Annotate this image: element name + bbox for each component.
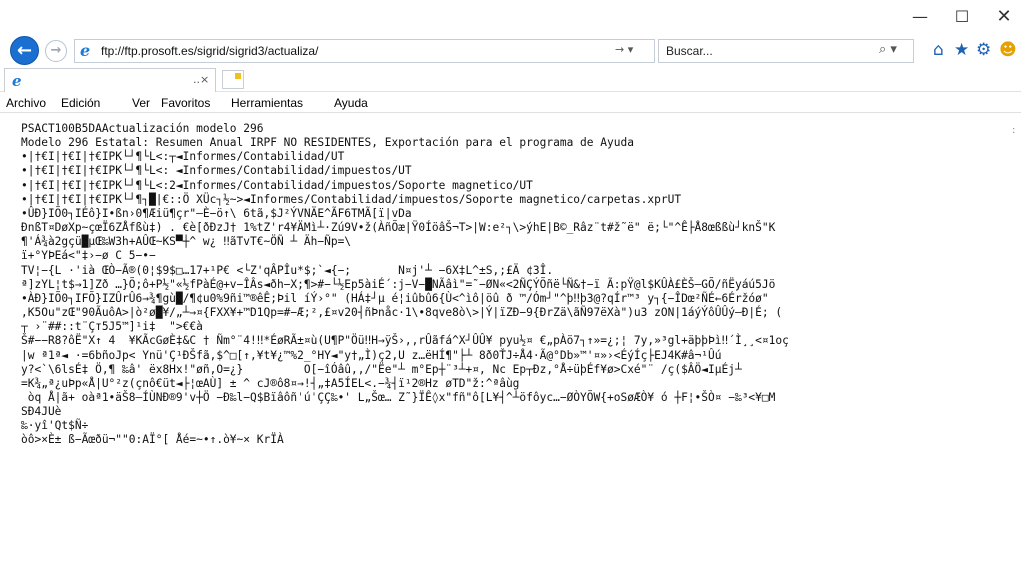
ie-page-icon: e (80, 41, 91, 60)
home-icon[interactable]: ⌂ (933, 40, 944, 60)
content-line: ¶'Á¾à2gçü█µŒ‰W3h+AÛŒ~KS▀┼^ w¿ ‼ãTvT€~ÖÑ … (21, 235, 352, 249)
new-tab-button[interactable] (222, 70, 244, 89)
search-input[interactable]: Buscar... (666, 44, 713, 58)
go-dropdown-button[interactable]: → ▾ (615, 43, 633, 56)
minimize-button[interactable]: — (900, 4, 940, 32)
forward-button[interactable]: → (45, 40, 67, 62)
content-line: ‰·yî'Qt$Ñ÷ (21, 419, 89, 433)
menu-archivo[interactable]: Archivo (6, 96, 46, 110)
content-line: •|†€I|†€I|†€IPK└┘¶└L<:┬◄Informes/Contabi… (21, 150, 345, 164)
content-line: ï+°YÞEá<"‡›−ø C 5−•− (21, 249, 156, 263)
navigation-bar: ← → e ftp://ftp.prosoft.es/sigrid/sigrid… (0, 34, 1021, 68)
content-line: y?<`\6lsÉ‡ Ö,¶ ‰â' ëx8Hx!"øñ,O=¿} O[−îÓâ… (21, 362, 742, 376)
maximize-button[interactable]: ☐ (942, 4, 982, 32)
search-icon[interactable]: ⌕ ▾ (879, 42, 897, 57)
content-line: TV¦−{L ·'ià ŒÒ−Ã®(0¦$9$□…17+¹P€ <└Z'qÂPÎ… (21, 263, 554, 277)
content-line: •ÀÐ}IÕ0┐IFÕ}IZÛrÛ6→¾¶gù█/¶¢u0%9ñi™®êÊ;Þi… (21, 291, 769, 305)
menu-bar: Archivo Edición Ver Favoritos Herramient… (0, 93, 1021, 113)
menu-herramientas[interactable]: Herramientas (231, 96, 303, 110)
content-line: ,K5Ou"zŒ"90ÃuôA>|ò²ø█¥/„┴→¤{FXX¥+™D1Qp=#… (21, 306, 783, 320)
page-content: PSACT100B5DAActualización modelo 296 Mod… (21, 122, 1011, 562)
gear-icon[interactable]: ⚙ (976, 40, 991, 60)
content-line: •|†€I|†€I|†€IPK└┘¶┐█|€::Ö XÜc┐½~>◄Inform… (21, 192, 682, 206)
content-line: •|†€I|†€I|†€IPK└┘¶└L<: ◄Informes/Contabi… (21, 164, 412, 178)
menu-edicion[interactable]: Edición (61, 96, 100, 110)
content-line: =K¾„ª¿uÞp«Å|U°²z(çnô€üt◄├¦œAÙ] ± ^ cJ®ô8… (21, 376, 520, 390)
content-line: ª]zYL¦t$→1]Zð …}Õ;ô+P½"«½fPàÉ@+v−ÎÂs◄ðh−… (21, 277, 776, 291)
menu-ver[interactable]: Ver (132, 96, 150, 110)
content-line: ÐnßT¤DøXp~çœÏ6ZÅfßù‡) . €è[ðÐzJ† 1%tZ'r4… (21, 221, 776, 235)
search-box[interactable]: Buscar... ⌕ ▾ (658, 39, 914, 63)
tab-close-button[interactable]: ..× (193, 73, 209, 86)
tab-row: e ..× (0, 68, 1021, 92)
menu-favoritos[interactable]: Favoritos (161, 96, 210, 110)
content-line: òô>×È± ß−Ãœðü¬""0:AÏ°[ Åé=~•↑.ò¥~× KrÏÀ (21, 433, 284, 447)
content-line: •ÛÐ}IÕ0┐IÉô}I•ßn›0¶Æiü¶çr"–È−ö↑\ 6tã,$J²… (21, 206, 412, 220)
content-line: Modelo 296 Estatal: Resumen Anual IRPF N… (21, 136, 634, 150)
smiley-feedback-icon[interactable]: ☻ (999, 40, 1017, 60)
close-window-button[interactable]: ✕ (984, 4, 1021, 32)
content-line: |w ª1ª◄ ·=6bñoJp< Ynü'Ç¹ÐŠfã,$^□[↑,¥t¥¿™… (21, 348, 722, 362)
title-bar: — ☐ ✕ (0, 0, 1021, 36)
address-input[interactable]: ftp://ftp.prosoft.es/sigrid/sigrid3/actu… (101, 44, 318, 58)
back-button[interactable]: ← (10, 36, 39, 65)
scroll-indicator: : (1012, 125, 1016, 136)
content-line: PSACT100B5DAActualización modelo 296 (21, 122, 264, 135)
content-line: •|†€I|†€I|†€IPK└┘¶└L<:2◄Informes/Contabi… (21, 178, 533, 192)
content-line: òq Å|ã+ oàª1•äŠ8—ÍÙNÐ®9'v┼Ö −Ð‰l−Q$Bïâôñ… (21, 390, 776, 404)
address-bar[interactable]: e ftp://ftp.prosoft.es/sigrid/sigrid3/ac… (74, 39, 655, 63)
content-line: ┬ ›¨##::t¨Çт5J5™]¹i‡ ">€€à (21, 320, 203, 334)
content-line: Š#−−R8?ôË"X↑ 4 ¥KÃcGøÈ‡&C † Ñm°¨4!‼*ÉøRÃ… (21, 334, 789, 348)
ie-tab-icon: e (12, 72, 22, 90)
tab-current[interactable]: e ..× (4, 68, 216, 92)
favorites-star-icon[interactable]: ★ (954, 40, 969, 60)
content-line: SÐ4JUè (21, 405, 62, 419)
menu-ayuda[interactable]: Ayuda (334, 96, 368, 110)
